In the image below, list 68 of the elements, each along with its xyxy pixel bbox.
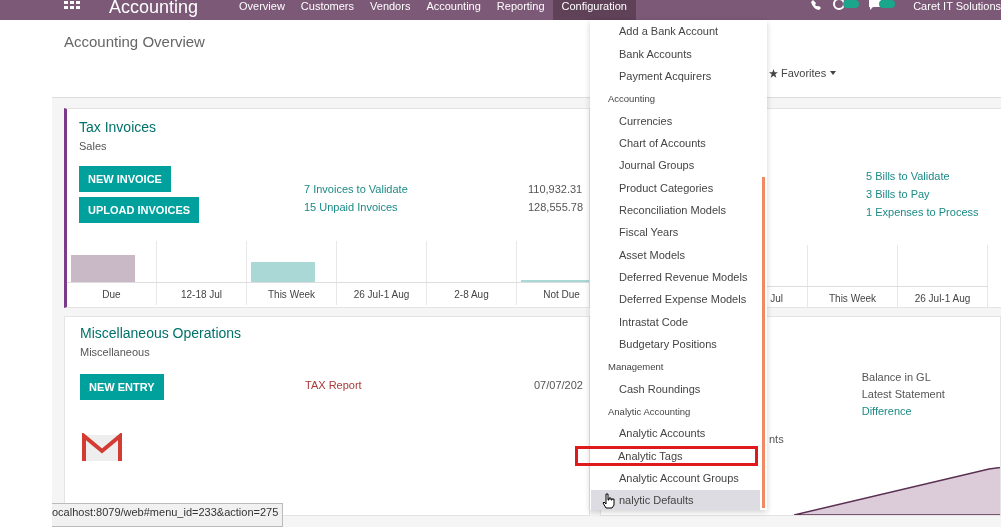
- amount: 110,932.31: [528, 182, 584, 197]
- journal-type: Sales: [79, 140, 108, 152]
- journal-link[interactable]: 5 Bills to Validate: [866, 167, 1001, 185]
- menu-tab[interactable]: Customers: [292, 0, 363, 20]
- journal-title[interactable]: Tax Invoices: [79, 119, 589, 135]
- menu-item[interactable]: Fiscal Years: [591, 222, 760, 243]
- chart-bar: [71, 255, 135, 282]
- status-url: ocalhost:8079/web#menu_id=233&action=275: [52, 506, 279, 518]
- menu-item[interactable]: Journal Groups: [591, 155, 760, 176]
- menu-item[interactable]: Currencies: [591, 110, 760, 131]
- menu-item[interactable]: Budgetary Positions: [591, 334, 760, 354]
- caret-icon: [829, 71, 838, 75]
- journal-link[interactable]: 1 Expenses to Process: [866, 203, 1001, 221]
- app-title: Accounting: [109, 0, 200, 17]
- report-link[interactable]: TAX Report: [305, 376, 534, 394]
- menu-item[interactable]: nalytic Defaults: [591, 490, 760, 511]
- chart-label: Not Due: [543, 289, 580, 300]
- activity-badge-icon[interactable]: [833, 0, 860, 11]
- chat-badge-icon[interactable]: [869, 0, 896, 11]
- menu-section-header: Accounting: [607, 92, 655, 104]
- amount: 128,555.78: [528, 200, 584, 215]
- menu-item[interactable]: Deferred Revenue Models: [591, 266, 760, 287]
- menu-item[interactable]: Add a Bank Account: [591, 21, 760, 42]
- chart-label: 12-18 Jul: [180, 289, 223, 300]
- phone-icon[interactable]: [811, 0, 824, 10]
- menu-item[interactable]: Payment Acquirers: [591, 65, 760, 86]
- menu-item[interactable]: Analytic Account Groups: [591, 468, 760, 489]
- menu-item[interactable]: Bank Accounts: [591, 43, 760, 64]
- chart-label: 26 Jul-1 Aug: [914, 293, 971, 304]
- menu-section-header: Analytic Accounting: [607, 405, 691, 417]
- menu-item[interactable]: Analytic Tags: [575, 445, 758, 466]
- mail-icon[interactable]: [82, 433, 122, 463]
- menu-item[interactable]: Product Categories: [591, 177, 760, 198]
- journal-title[interactable]: Miscellaneous Operations: [80, 325, 589, 341]
- menu-section-header: Management: [607, 360, 664, 372]
- menu-tab[interactable]: Configuration: [552, 0, 636, 20]
- chart-label: This Week: [828, 293, 877, 304]
- chart-bar: [251, 262, 315, 282]
- balance-label: Balance in GL: [861, 370, 932, 385]
- chart-label: Jul: [770, 293, 783, 304]
- journal-link[interactable]: 15 Unpaid Invoices: [304, 198, 528, 216]
- journal-link[interactable]: 3 Bills to Pay: [866, 185, 1001, 203]
- menu-tab[interactable]: Reporting: [488, 0, 553, 20]
- star-icon: [769, 68, 778, 78]
- journal-link[interactable]: 7 Invoices to Validate: [304, 180, 528, 198]
- page-title: Accounting Overview: [64, 33, 205, 50]
- menu-tab[interactable]: Overview: [231, 0, 293, 20]
- menu-item[interactable]: Asset Models: [591, 244, 760, 265]
- entry-date: 07/07/202: [534, 378, 583, 393]
- chart-label: 26 Jul-1 Aug: [353, 289, 410, 300]
- chart-label: This Week: [267, 289, 316, 300]
- user-name[interactable]: Caret IT Solutions: [913, 0, 1001, 12]
- scrollbar[interactable]: [762, 177, 765, 508]
- menu-item[interactable]: Deferred Expense Models: [591, 289, 760, 310]
- favorites-dropdown[interactable]: Favorites: [769, 67, 838, 79]
- balance-link[interactable]: Difference: [861, 403, 945, 420]
- menu-item[interactable]: Chart of Accounts: [591, 132, 760, 153]
- chart-label: Due: [102, 289, 121, 300]
- menu-tab[interactable]: Accounting: [418, 0, 489, 20]
- text-fragment: nts: [769, 432, 784, 447]
- journal-type: Miscellaneous: [80, 346, 151, 358]
- balance-label: Latest Statement: [861, 387, 945, 402]
- menu-item[interactable]: Intrastat Code: [591, 311, 760, 332]
- menu-tab[interactable]: Vendors: [362, 0, 419, 20]
- menu-item[interactable]: Cash Roundings: [591, 378, 760, 399]
- chart-label: 2-8 Aug: [454, 289, 489, 300]
- menu-item[interactable]: Analytic Accounts: [591, 423, 760, 444]
- menu-item[interactable]: Reconciliation Models: [591, 199, 760, 220]
